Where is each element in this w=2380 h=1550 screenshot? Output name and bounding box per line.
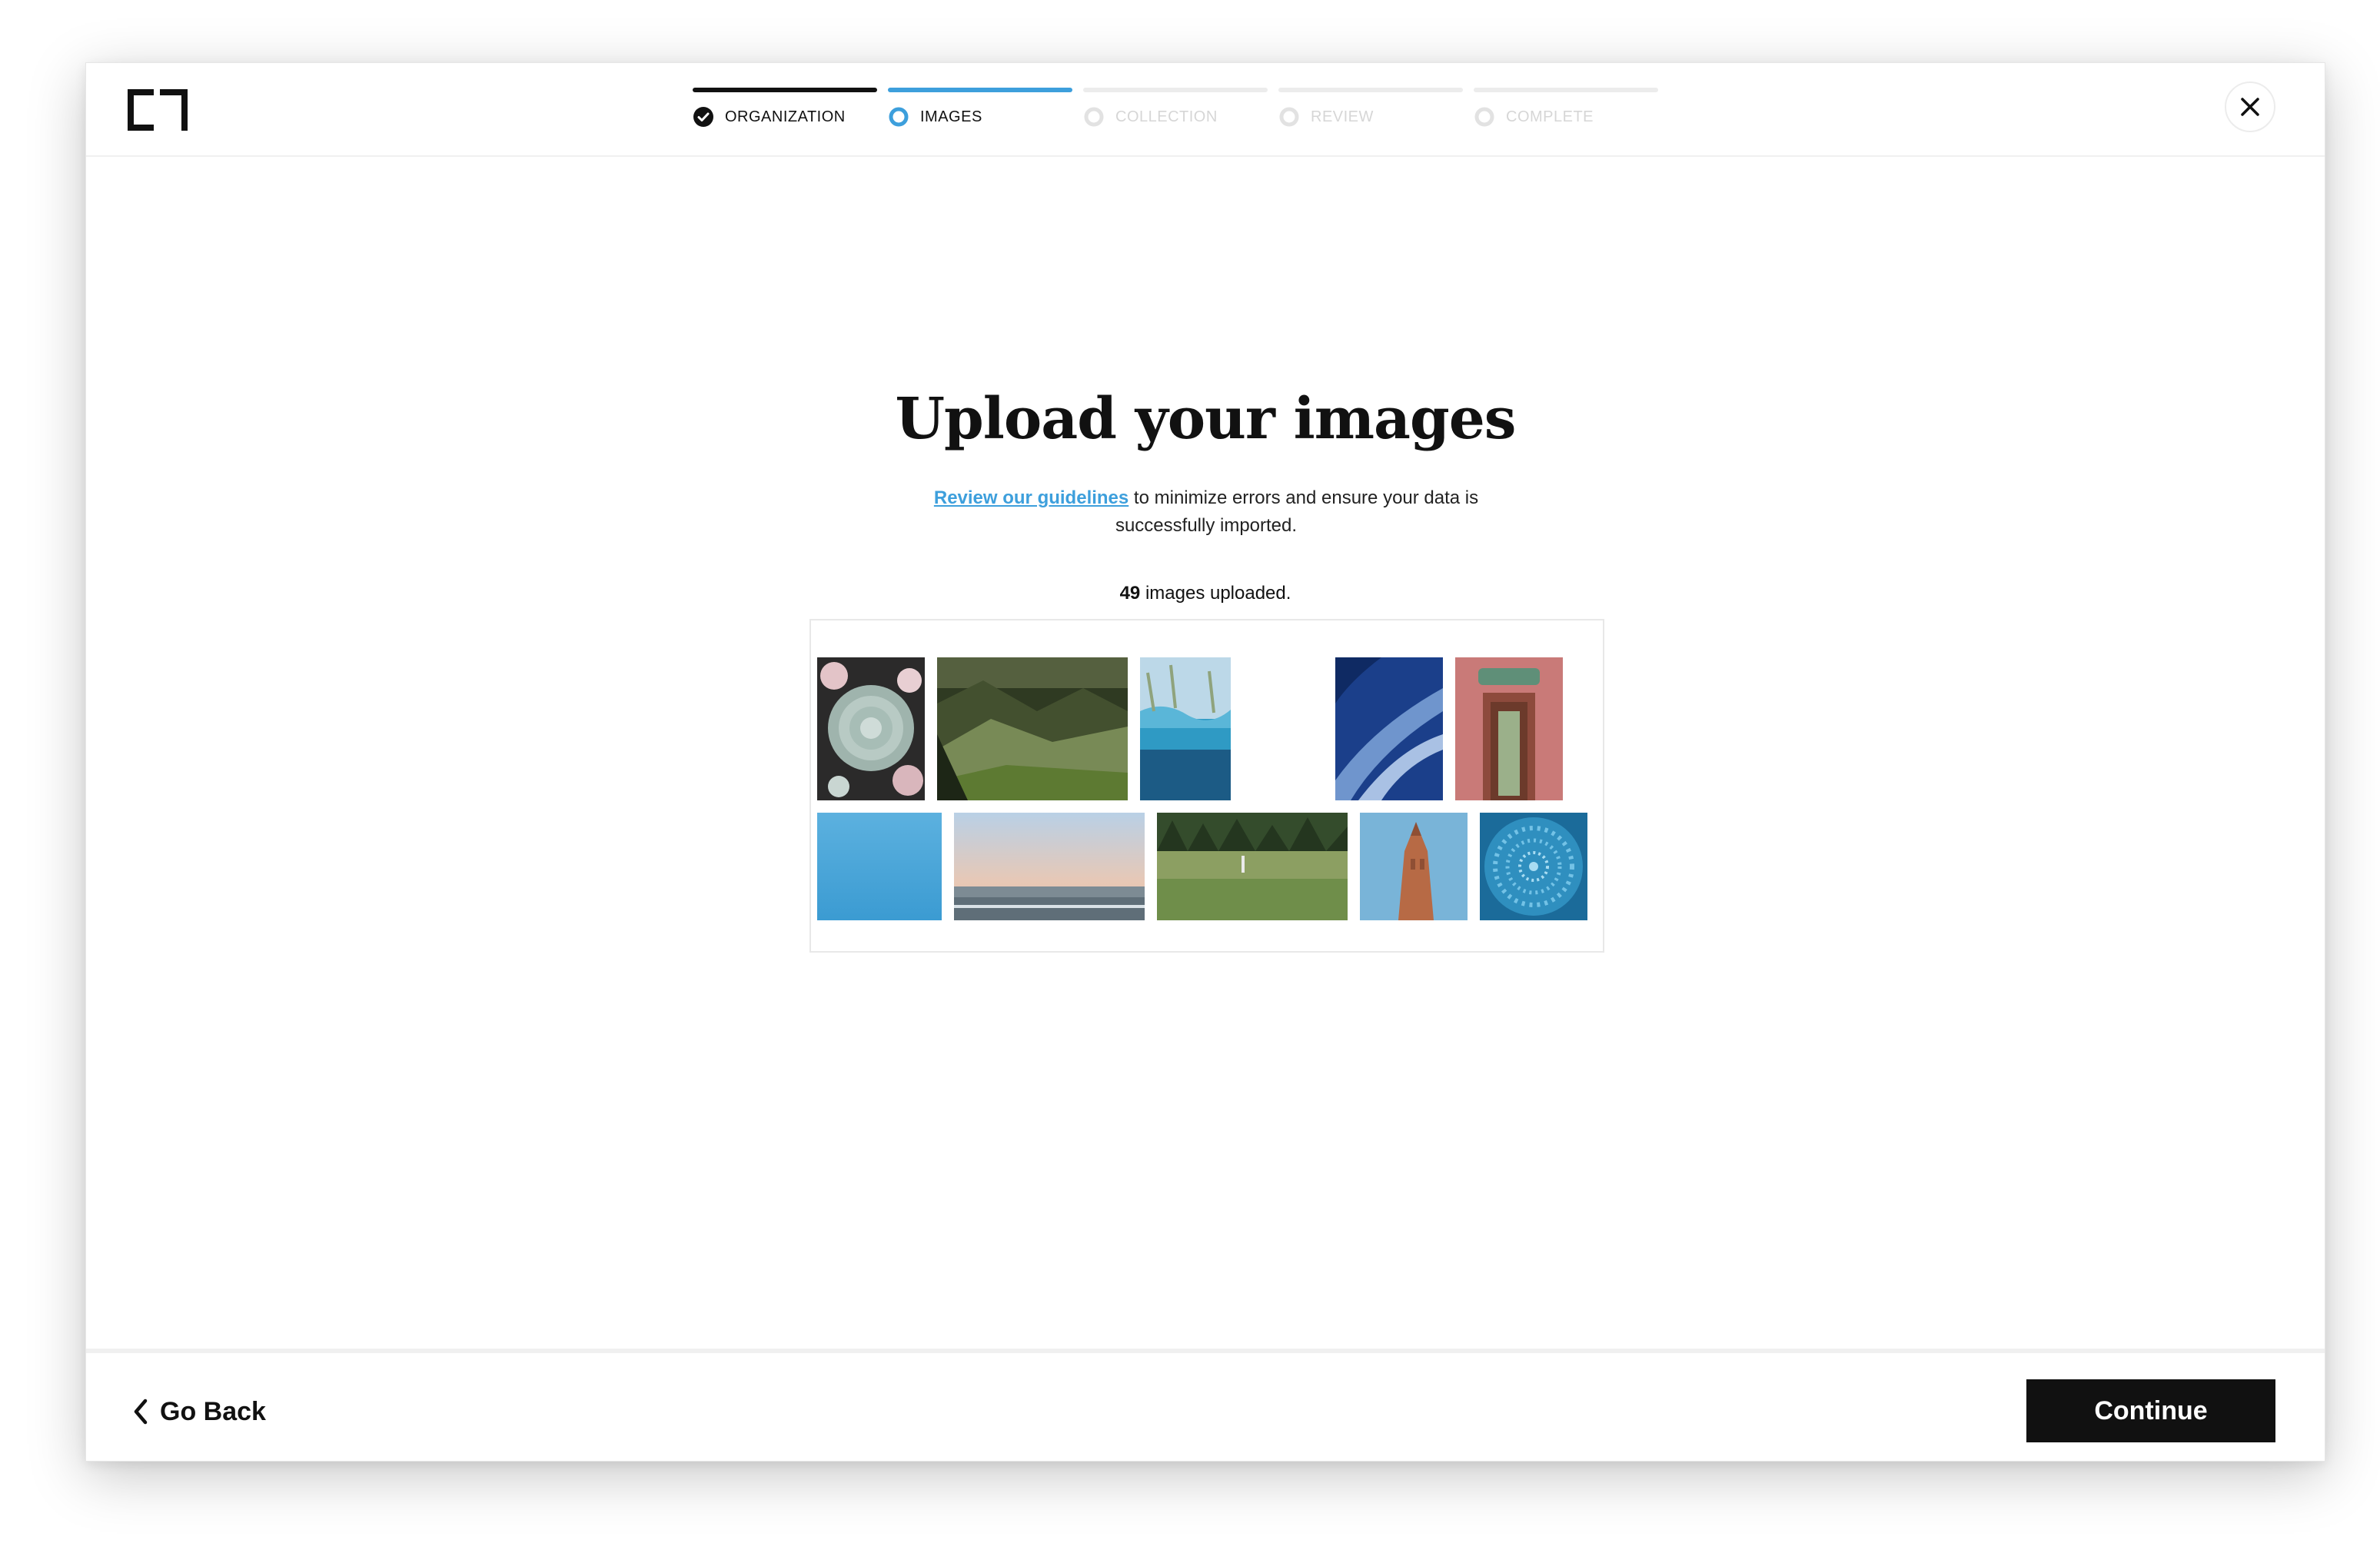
- current-step-ring-icon: [889, 107, 909, 127]
- progress-stepper: ORGANIZATION IMAGES COLLECTION REVIEW CO…: [693, 88, 1664, 134]
- close-button[interactable]: [2225, 81, 2275, 132]
- review-guidelines-link[interactable]: Review our guidelines: [934, 487, 1129, 508]
- step-progress-bar: [693, 88, 877, 92]
- go-back-label: Go Back: [160, 1396, 266, 1426]
- step-review[interactable]: REVIEW: [1278, 88, 1463, 134]
- continue-button[interactable]: Continue: [2026, 1379, 2275, 1442]
- beach-sunset-thumbnail[interactable]: [954, 813, 1145, 920]
- step-organization[interactable]: ORGANIZATION: [693, 88, 877, 134]
- blue-sky-clouds-thumbnail[interactable]: [1335, 657, 1443, 800]
- tower-sky-thumbnail[interactable]: [1360, 813, 1468, 920]
- step-label: IMAGES: [920, 108, 982, 125]
- upload-guidance-text: Review our guidelines to minimize errors…: [890, 484, 1522, 540]
- guidance-text: to minimize errors and ensure your data …: [1115, 487, 1479, 536]
- step-label: REVIEW: [1311, 108, 1374, 125]
- succulent-thumbnail[interactable]: [817, 657, 925, 800]
- modal-footer: Go Back Continue: [86, 1349, 2325, 1461]
- page-title: Upload your images: [895, 386, 1517, 452]
- blue-mosaic-thumbnail[interactable]: [1480, 813, 1587, 920]
- step-progress-bar: [1083, 88, 1268, 92]
- chevron-left-icon: [134, 1399, 148, 1425]
- underwater-thumbnail[interactable]: [1140, 657, 1231, 800]
- step-progress-bar: [888, 88, 1072, 92]
- mountain-valley-thumbnail[interactable]: [937, 657, 1128, 800]
- step-label: ORGANIZATION: [725, 108, 846, 125]
- step-progress-bar: [1474, 88, 1658, 92]
- pending-step-ring-icon: [1084, 107, 1104, 127]
- check-circle-icon: [693, 107, 713, 127]
- step-complete[interactable]: COMPLETE: [1474, 88, 1658, 134]
- step-collection[interactable]: COLLECTION: [1083, 88, 1268, 134]
- forest-meadow-thumbnail[interactable]: [1157, 813, 1348, 920]
- step-images[interactable]: IMAGES: [888, 88, 1072, 134]
- step-progress-bar: [1278, 88, 1463, 92]
- modal-header: ORGANIZATION IMAGES COLLECTION REVIEW CO…: [86, 63, 2325, 157]
- pending-step-ring-icon: [1279, 107, 1299, 127]
- clear-sky-thumbnail[interactable]: [817, 813, 942, 920]
- bracket-logo-icon: [128, 89, 188, 131]
- pending-step-ring-icon: [1474, 107, 1494, 127]
- red-doorway-thumbnail[interactable]: [1455, 657, 1563, 800]
- upload-count-number: 49: [1119, 583, 1141, 604]
- step-label: COLLECTION: [1115, 108, 1218, 125]
- step-label: COMPLETE: [1506, 108, 1594, 125]
- go-back-button[interactable]: Go Back: [132, 1393, 266, 1430]
- image-gallery: [809, 619, 1604, 953]
- upload-count-text: images uploaded.: [1140, 583, 1291, 604]
- upload-modal: ORGANIZATION IMAGES COLLECTION REVIEW CO…: [85, 62, 2325, 1462]
- close-icon: [2241, 98, 2259, 116]
- upload-count: 49 images uploaded.: [86, 583, 2325, 604]
